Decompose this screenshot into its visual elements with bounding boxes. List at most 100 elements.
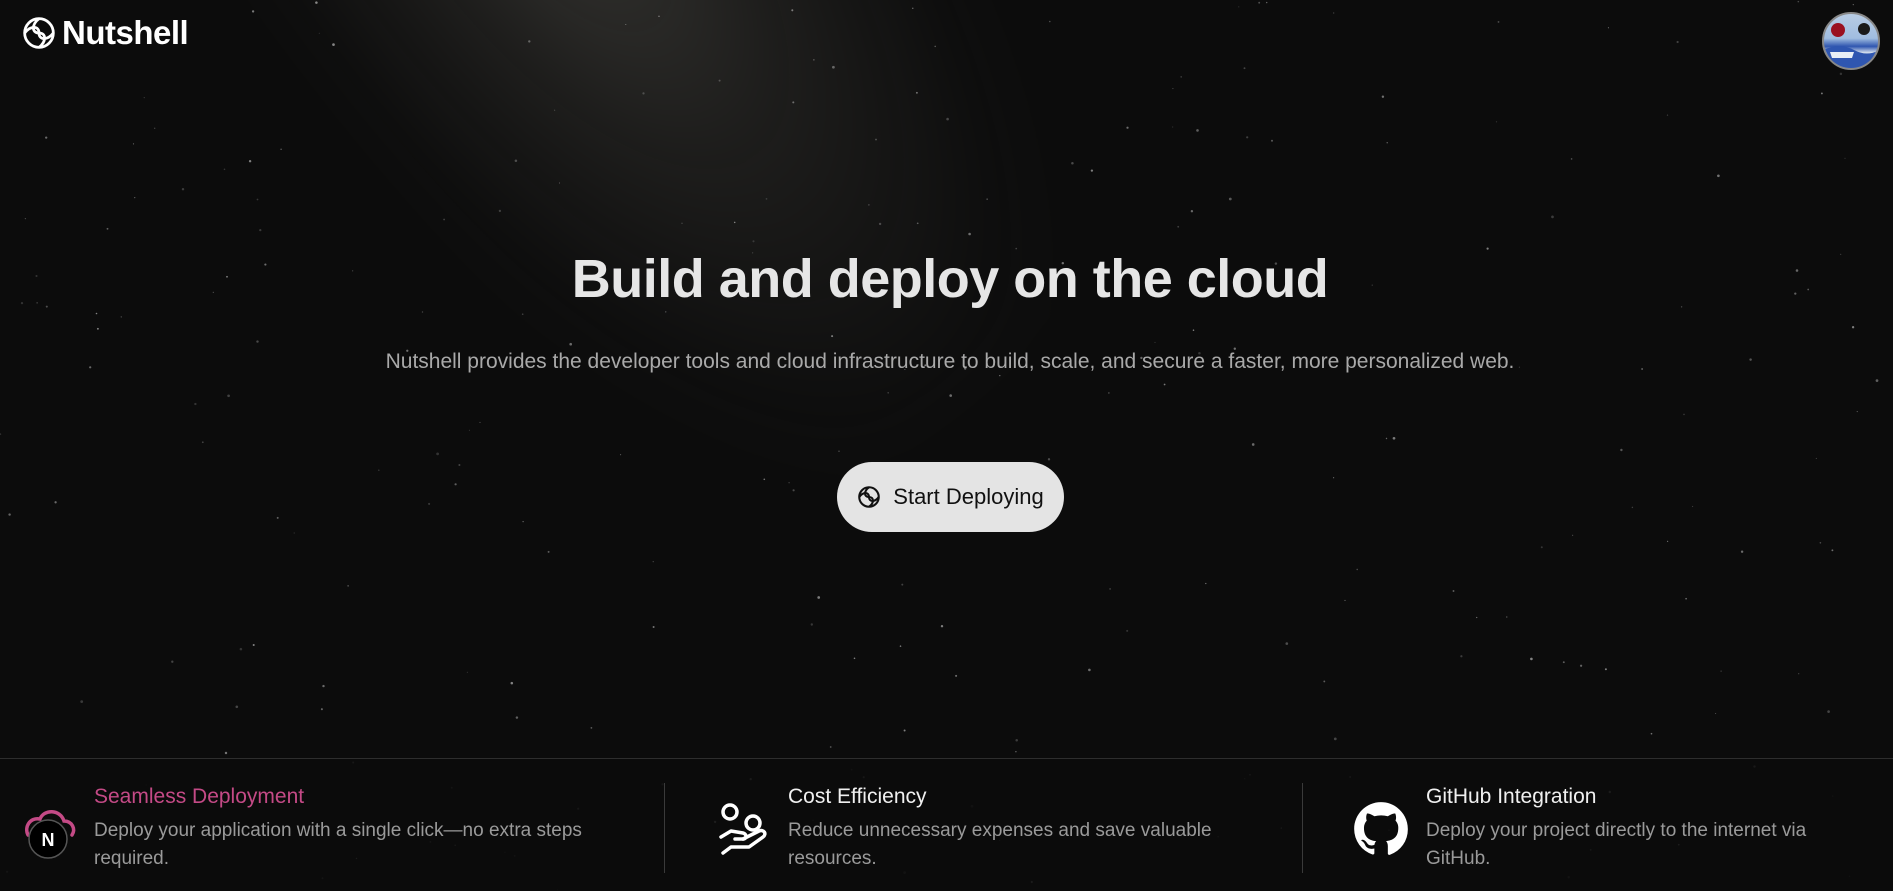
star-dot <box>901 583 904 586</box>
star-dot <box>718 79 721 82</box>
star-dot <box>479 421 481 423</box>
star-dot <box>887 391 890 394</box>
star-dot <box>1109 587 1112 590</box>
star-dot <box>652 561 654 563</box>
star-dot <box>510 681 514 685</box>
star-dot <box>201 441 204 444</box>
star-dot <box>1190 210 1194 213</box>
star-dot <box>54 501 57 504</box>
star-dot <box>1540 546 1543 549</box>
star-dot <box>1196 129 1199 132</box>
star-dot <box>1820 92 1823 95</box>
star-dot <box>1562 661 1565 664</box>
star-dot <box>1604 668 1607 671</box>
feature-description: Deploy your project directly to the inte… <box>1426 820 1807 869</box>
star-dot <box>620 454 622 456</box>
user-avatar[interactable] <box>1822 12 1880 70</box>
star-dot <box>498 209 502 213</box>
star-dot <box>224 751 228 755</box>
star-dot <box>569 342 573 346</box>
landing-page: Nutshell Build and deploy on the cloud N… <box>0 0 1893 891</box>
star-dot <box>1720 670 1722 672</box>
star-dot <box>8 513 11 516</box>
star-dot <box>1666 114 1669 116</box>
star-dot <box>458 463 461 467</box>
star-dot <box>239 647 243 651</box>
star-dot <box>106 227 109 230</box>
star-dot <box>940 624 944 628</box>
star-dot <box>547 550 550 553</box>
star-dot <box>80 700 84 703</box>
feature-seamless-deployment: N Seamless Deployment Deploy your applic… <box>0 759 665 891</box>
star-dot <box>763 478 766 481</box>
star-dot <box>1452 590 1455 592</box>
star-dot <box>378 469 380 471</box>
feature-title: Seamless Deployment <box>94 785 305 808</box>
star-dot <box>915 91 918 94</box>
star-dot <box>1875 379 1879 382</box>
star-dot <box>421 311 424 313</box>
star-dot <box>347 585 349 587</box>
star-dot <box>259 228 262 232</box>
nutshell-swirl-icon <box>858 486 881 508</box>
github-icon <box>1354 802 1408 855</box>
star-dot <box>45 136 48 139</box>
star-dot <box>1228 197 1232 201</box>
star-dot <box>120 316 123 318</box>
star-dot <box>831 335 834 338</box>
star-dot <box>132 143 135 145</box>
star-dot <box>1530 657 1533 661</box>
avatar-image <box>1824 23 1878 68</box>
brand-logo[interactable]: Nutshell <box>22 14 189 52</box>
feature-description: Deploy your application with a single cl… <box>94 820 582 869</box>
star-dot <box>95 312 98 315</box>
star-dot <box>1154 341 1156 343</box>
star-dot <box>1015 738 1018 742</box>
star-dot <box>1047 458 1051 461</box>
star-dot <box>1685 597 1687 600</box>
star-dot <box>1844 157 1846 159</box>
star-dot <box>1285 642 1289 645</box>
star-dot <box>1831 549 1834 552</box>
star-dot <box>829 746 832 748</box>
star-dot <box>1071 161 1074 165</box>
star-dot <box>1177 225 1180 228</box>
star-dot <box>999 374 1001 377</box>
star-dot <box>276 516 279 519</box>
star-dot <box>642 92 645 95</box>
star-dot <box>955 674 958 677</box>
star-dot <box>515 716 519 719</box>
star-dot <box>810 623 813 626</box>
header: Nutshell <box>0 0 1893 70</box>
star-dot <box>1333 477 1335 479</box>
star-dot <box>1126 126 1129 129</box>
star-dot <box>436 452 439 456</box>
star-dot <box>1650 732 1653 735</box>
star-dot <box>1570 158 1573 160</box>
star-dot <box>1827 710 1830 713</box>
star-dot <box>252 643 255 647</box>
star-dot <box>1692 505 1694 508</box>
star-dot <box>949 394 952 397</box>
star-dot <box>681 222 683 225</box>
star-dot <box>1192 329 1195 331</box>
features-bar: N Seamless Deployment Deploy your applic… <box>0 758 1893 891</box>
star-dot <box>466 671 468 673</box>
start-deploying-button[interactable]: Start Deploying <box>837 462 1064 532</box>
hero-subtitle: Nutshell provides the developer tools an… <box>385 350 1515 373</box>
star-dot <box>752 240 755 243</box>
hero-title: Build and deploy on the cloud <box>571 249 1329 309</box>
star-dot <box>665 311 667 313</box>
star-dot <box>280 148 282 150</box>
star-dot <box>1172 126 1174 128</box>
star-dot <box>853 657 856 660</box>
brand-name: Nutshell <box>62 14 189 51</box>
star-dot <box>916 222 919 225</box>
star-dot <box>514 159 518 162</box>
star-dot <box>468 429 470 431</box>
star-dot <box>765 198 768 200</box>
star-dot <box>1620 448 1623 452</box>
feature-title: GitHub Integration <box>1426 785 1597 808</box>
star-dot <box>1551 215 1554 219</box>
star-dot <box>256 340 259 343</box>
